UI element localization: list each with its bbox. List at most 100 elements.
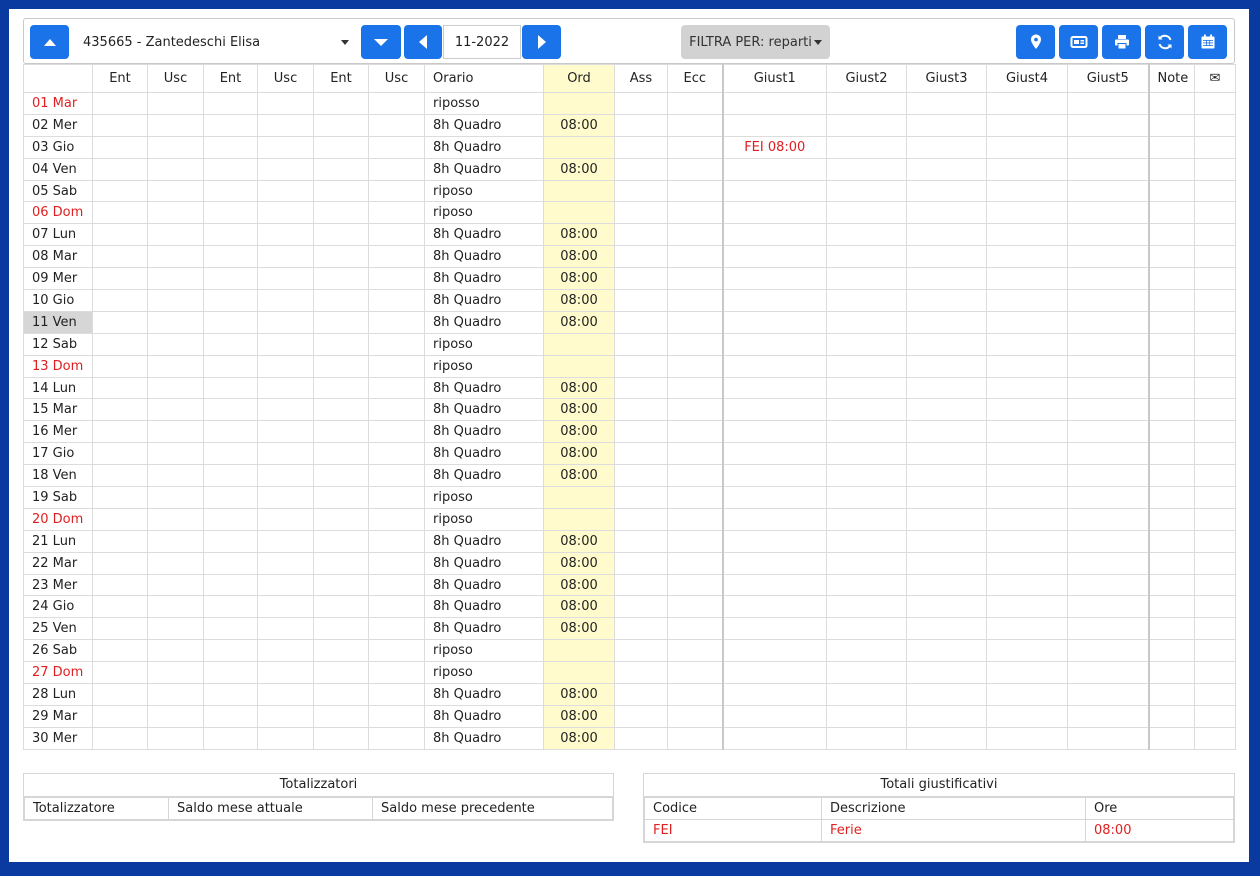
usc-1-cell[interactable] <box>147 595 204 619</box>
note-cell[interactable] <box>1147 420 1195 444</box>
ent-2-cell[interactable] <box>203 420 258 444</box>
giust2-cell[interactable] <box>826 639 907 663</box>
ent-2-cell[interactable] <box>203 376 258 400</box>
day-cell[interactable]: 05 Sab <box>23 179 93 203</box>
giust1-cell[interactable] <box>721 376 827 400</box>
ecc-cell[interactable] <box>667 683 723 706</box>
orario-cell[interactable]: riposo <box>424 661 544 685</box>
mail-cell[interactable] <box>1194 529 1236 553</box>
giust4-cell[interactable] <box>986 507 1068 531</box>
day-cell[interactable]: 17 Gio <box>23 442 93 466</box>
ecc-cell[interactable] <box>667 464 723 488</box>
usc-2-cell[interactable] <box>257 157 314 181</box>
table-row[interactable]: 17 Gio 8h Quadro 08:00 <box>23 442 1236 466</box>
ord-cell[interactable]: 08:00 <box>543 442 615 466</box>
next-month-button[interactable] <box>522 25 561 59</box>
ent-3-cell[interactable] <box>313 639 369 663</box>
giust1-cell[interactable] <box>721 704 827 728</box>
giust2-cell[interactable] <box>826 92 907 115</box>
ecc-cell[interactable] <box>667 157 723 181</box>
ass-cell[interactable] <box>614 464 668 488</box>
ecc-cell[interactable] <box>667 704 723 728</box>
ass-cell[interactable] <box>614 573 668 597</box>
orario-cell[interactable]: 8h Quadro <box>424 113 544 137</box>
mail-cell[interactable] <box>1194 354 1236 378</box>
day-cell[interactable]: 06 Dom <box>23 201 93 225</box>
note-cell[interactable] <box>1147 507 1195 531</box>
giust4-cell[interactable] <box>986 267 1068 291</box>
ent-2-cell[interactable] <box>203 289 258 312</box>
table-row[interactable]: 15 Mar 8h Quadro 08:00 <box>23 398 1236 422</box>
note-cell[interactable] <box>1147 267 1195 291</box>
giust3-cell[interactable] <box>906 92 987 115</box>
giust2-cell[interactable] <box>826 201 907 225</box>
giust3-cell[interactable] <box>906 332 987 356</box>
ent-3-cell[interactable] <box>313 135 369 159</box>
table-row[interactable]: 06 Dom riposo <box>23 201 1236 225</box>
ass-cell[interactable] <box>614 113 668 137</box>
usc-1-cell[interactable] <box>147 245 204 269</box>
ent-3-cell[interactable] <box>313 113 369 137</box>
giust2-cell[interactable] <box>826 179 907 203</box>
giust3-cell[interactable] <box>906 398 987 422</box>
orario-cell[interactable]: riposo <box>424 354 544 378</box>
giust3-cell[interactable] <box>906 354 987 378</box>
day-cell[interactable]: 07 Lun <box>23 223 93 247</box>
ecc-cell[interactable] <box>667 179 723 203</box>
ent-2-cell[interactable] <box>203 464 258 488</box>
usc-3-cell[interactable] <box>368 573 425 597</box>
usc-3-cell[interactable] <box>368 289 425 312</box>
table-row[interactable]: 02 Mer 8h Quadro 08:00 <box>23 113 1236 137</box>
ass-cell[interactable] <box>614 442 668 466</box>
usc-2-cell[interactable] <box>257 223 314 247</box>
giust5-cell[interactable] <box>1067 573 1149 597</box>
ass-cell[interactable] <box>614 310 668 334</box>
orario-cell[interactable]: 8h Quadro <box>424 617 544 641</box>
giust3-cell[interactable] <box>906 573 987 597</box>
orario-cell[interactable]: riposo <box>424 179 544 203</box>
period-field[interactable]: 11-2022 <box>443 25 521 59</box>
giust2-cell[interactable] <box>826 683 907 706</box>
ord-cell[interactable]: 08:00 <box>543 420 615 444</box>
note-cell[interactable] <box>1147 179 1195 203</box>
ent-2-cell[interactable] <box>203 573 258 597</box>
note-cell[interactable] <box>1147 332 1195 356</box>
ent-2-cell[interactable] <box>203 157 258 181</box>
table-row[interactable]: 18 Ven 8h Quadro 08:00 <box>23 464 1236 488</box>
day-cell[interactable]: 18 Ven <box>23 464 93 488</box>
usc-2-cell[interactable] <box>257 289 314 312</box>
usc-1-cell[interactable] <box>147 376 204 400</box>
mail-cell[interactable] <box>1194 442 1236 466</box>
usc-1-cell[interactable] <box>147 464 204 488</box>
usc-1-cell[interactable] <box>147 661 204 685</box>
ass-cell[interactable] <box>614 223 668 247</box>
ent-2-cell[interactable] <box>203 354 258 378</box>
ent-2-cell[interactable] <box>203 442 258 466</box>
table-row[interactable]: 27 Dom riposo <box>23 661 1236 685</box>
giust3-cell[interactable] <box>906 376 987 400</box>
giust2-cell[interactable] <box>826 354 907 378</box>
print-button[interactable] <box>1102 25 1141 59</box>
usc-1-cell[interactable] <box>147 529 204 553</box>
usc-2-cell[interactable] <box>257 529 314 553</box>
ent-1-cell[interactable] <box>92 573 148 597</box>
giust1-cell[interactable] <box>721 595 827 619</box>
day-cell[interactable]: 13 Dom <box>23 354 93 378</box>
giust3-cell[interactable] <box>906 704 987 728</box>
ent-2-cell[interactable] <box>203 639 258 663</box>
giust4-cell[interactable] <box>986 223 1068 247</box>
usc-2-cell[interactable] <box>257 420 314 444</box>
note-cell[interactable] <box>1147 157 1195 181</box>
giust4-cell[interactable] <box>986 398 1068 422</box>
ent-2-cell[interactable] <box>203 179 258 203</box>
orario-cell[interactable]: 8h Quadro <box>424 726 544 750</box>
ord-cell[interactable]: 08:00 <box>543 726 615 750</box>
usc-2-cell[interactable] <box>257 507 314 531</box>
mail-cell[interactable] <box>1194 201 1236 225</box>
ent-1-cell[interactable] <box>92 726 148 750</box>
giust5-cell[interactable] <box>1067 464 1149 488</box>
ent-1-cell[interactable] <box>92 289 148 312</box>
usc-1-cell[interactable] <box>147 289 204 312</box>
giust3-cell[interactable] <box>906 442 987 466</box>
giust2-cell[interactable] <box>826 551 907 575</box>
